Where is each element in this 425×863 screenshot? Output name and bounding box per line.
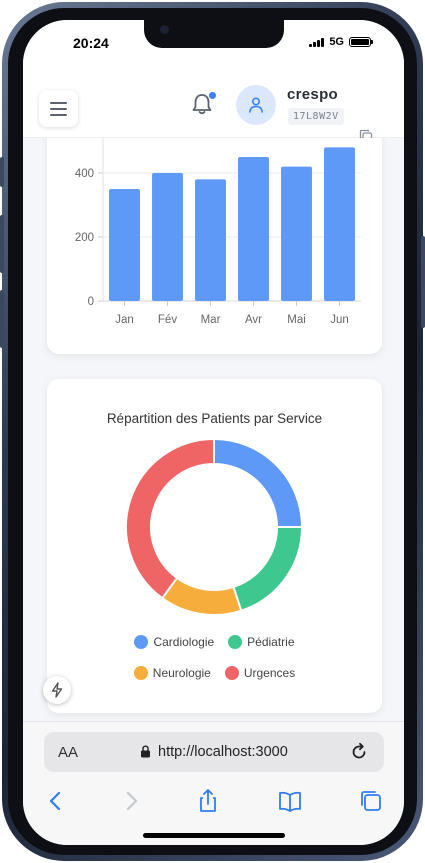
- status-indicators: 5G: [309, 36, 373, 48]
- bar: [152, 173, 183, 301]
- bar-chart: 0 200 400 Jan Fév Mar Avr Mai Jun: [75, 138, 361, 326]
- bar: [324, 147, 355, 301]
- power-button: [421, 236, 425, 328]
- legend-label: Cardiologie: [153, 635, 215, 649]
- avatar[interactable]: [236, 85, 276, 125]
- lock-icon: [141, 745, 150, 758]
- x-tick-label: Fév: [158, 314, 177, 326]
- legend-item[interactable]: Neurologie: [133, 666, 211, 680]
- phone-screen: 20:24 5G crespo 17L8W2V 0 200 400 Jan Fé…: [23, 20, 404, 845]
- y-tick-label: 400: [75, 168, 94, 180]
- donut-slice-urgences: [125, 437, 215, 600]
- bar-chart-card: 0 200 400 Jan Fév Mar Avr Mai Jun: [47, 138, 382, 354]
- legend-item[interactable]: Pédiatrie: [228, 635, 295, 649]
- address-bar[interactable]: AA http://localhost:3000: [44, 732, 384, 772]
- user-icon: [249, 97, 263, 113]
- username: crespo: [287, 86, 338, 103]
- user-code: 17L8W2V: [288, 108, 344, 125]
- bar: [109, 189, 140, 301]
- status-time: 20:24: [73, 35, 109, 51]
- network-label: 5G: [329, 36, 344, 48]
- notification-bell-icon[interactable]: [189, 91, 215, 117]
- legend-row: Cardiologie Pédiatrie: [47, 635, 382, 649]
- donut-chart-card: Répartition des Patients par Service Car…: [47, 379, 382, 713]
- mute-switch: [0, 157, 4, 187]
- x-tick-label: Avr: [245, 314, 262, 326]
- y-tick-label: 0: [88, 296, 94, 308]
- home-indicator: [143, 833, 285, 838]
- url-text: http://localhost:3000: [158, 744, 288, 760]
- share-icon[interactable]: [195, 788, 221, 814]
- donut-chart: [125, 437, 304, 616]
- bar: [195, 179, 226, 301]
- y-tick-label: 200: [75, 232, 94, 244]
- notch: [144, 20, 284, 48]
- back-icon[interactable]: [43, 788, 69, 814]
- x-tick-label: Jan: [115, 314, 134, 326]
- legend-swatch: [228, 635, 243, 649]
- legend-item[interactable]: Cardiologie: [134, 635, 214, 649]
- reload-icon[interactable]: [349, 742, 369, 762]
- x-tick-label: Jun: [330, 314, 349, 326]
- legend-swatch: [134, 635, 149, 649]
- app-header: crespo 17L8W2V: [23, 66, 404, 143]
- legend-label: Neurologie: [152, 666, 211, 680]
- legend-swatch: [133, 666, 148, 680]
- legend-swatch: [224, 666, 239, 680]
- tabs-icon[interactable]: [358, 788, 384, 814]
- legend-item[interactable]: Urgences: [224, 666, 296, 680]
- aa-label: AA: [58, 744, 79, 761]
- menu-button[interactable]: [39, 90, 78, 127]
- camera-icon: [160, 25, 169, 34]
- volume-up-button: [0, 215, 4, 273]
- legend-label: Urgences: [243, 666, 296, 680]
- text-size-button[interactable]: AA: [58, 744, 78, 761]
- forward-icon[interactable]: [118, 788, 144, 814]
- browser-toolbar: AA http://localhost:3000: [23, 721, 404, 845]
- legend-row: Neurologie Urgences: [47, 666, 382, 680]
- signal-icon: [309, 37, 325, 47]
- donut-slice-pédiatrie: [232, 526, 304, 612]
- legend-label: Pédiatrie: [247, 635, 295, 649]
- x-tick-label: Mai: [287, 314, 306, 326]
- quick-action-button[interactable]: [43, 676, 71, 704]
- bar: [281, 166, 312, 301]
- donut-slice-cardiologie: [213, 437, 304, 528]
- lightning-icon: [51, 682, 63, 698]
- battery-icon: [349, 37, 373, 47]
- main-content[interactable]: 0 200 400 Jan Fév Mar Avr Mai Jun Répartition de…: [23, 138, 404, 721]
- phone-device: 20:24 5G crespo 17L8W2V 0 200 400 Jan Fé…: [0, 0, 425, 863]
- x-tick-label: Mar: [201, 314, 221, 326]
- volume-down-button: [0, 290, 4, 348]
- bar: [238, 157, 269, 301]
- bookmarks-icon[interactable]: [277, 788, 303, 814]
